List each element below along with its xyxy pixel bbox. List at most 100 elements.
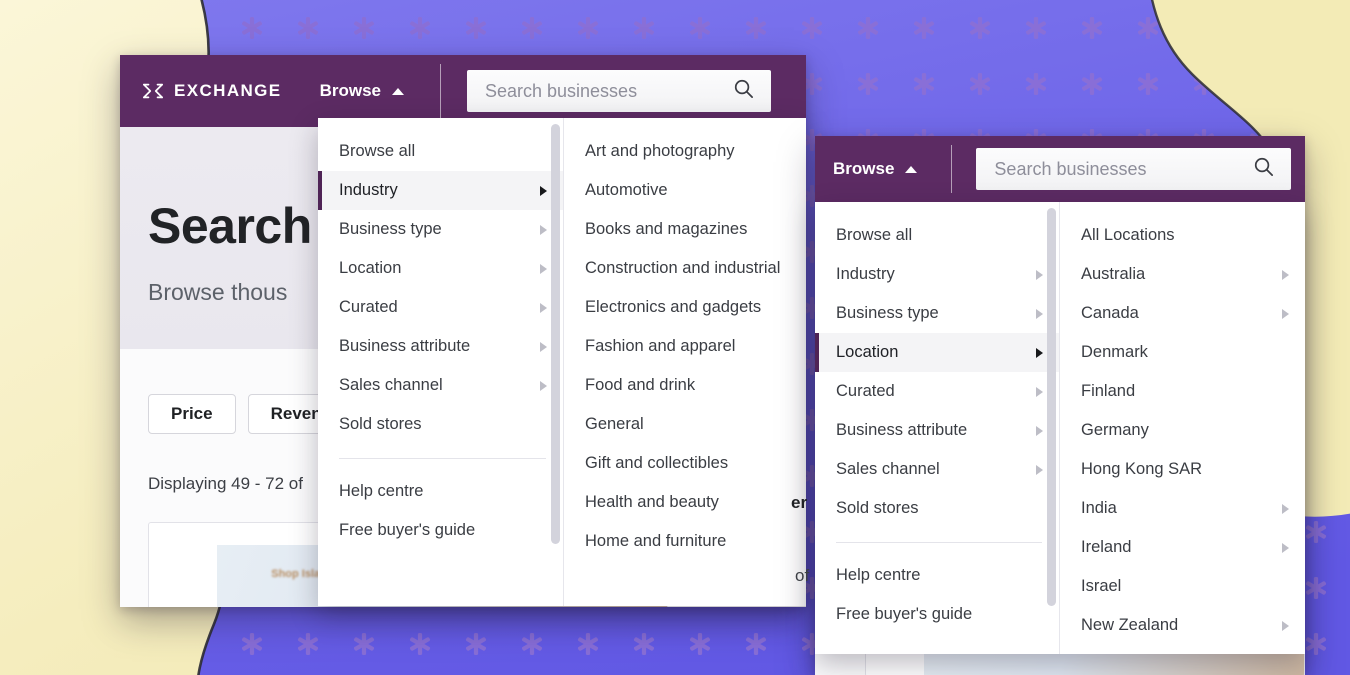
location-item-ireland[interactable]: Ireland (1060, 528, 1305, 567)
browse-dropdown-secondary-column: Browse all Industry Business type Locati… (815, 202, 1059, 654)
menu-scrollbar[interactable] (551, 124, 560, 600)
location-item-denmark[interactable]: Denmark (1060, 333, 1305, 372)
submenu-item-label: Finland (1081, 382, 1136, 400)
submenu-item-electronics-and-gadgets[interactable]: Electronics and gadgets (564, 288, 806, 327)
nav-divider-2 (951, 145, 953, 193)
menu-item-label: Free buyer's guide (836, 605, 973, 623)
menu2-item-free-buyers-guide[interactable]: Free buyer's guide (815, 595, 1059, 634)
menu-item-sales-channel[interactable]: Sales channel (318, 366, 563, 405)
page-fragment-count-text: of (795, 566, 810, 585)
exchange-shuffle-arrows-icon (142, 81, 164, 101)
menu-item-label: Help centre (339, 482, 424, 500)
chevron-right-icon (1282, 542, 1289, 553)
menu-item-business-type[interactable]: Business type (318, 210, 563, 249)
menu-item-free-buyers-guide[interactable]: Free buyer's guide (318, 511, 563, 550)
submenu-item-general[interactable]: General (564, 405, 806, 444)
menu-item-sold-stores[interactable]: Sold stores (318, 405, 563, 444)
menu-item-label: Curated (339, 298, 398, 316)
browse-menu-button-2[interactable]: Browse (833, 159, 918, 179)
menu-item-browse-all[interactable]: Browse all (318, 132, 563, 171)
menu-scrollbar-thumb[interactable] (551, 124, 560, 544)
submenu-item-home-and-furniture[interactable]: Home and furniture (564, 522, 806, 561)
search-input-wrapper[interactable]: Search businesses (466, 70, 771, 112)
menu2-item-business-attribute[interactable]: Business attribute (815, 411, 1059, 450)
menu2-item-industry[interactable]: Industry (815, 255, 1059, 294)
menu2-item-curated[interactable]: Curated (815, 372, 1059, 411)
location-item-all-locations[interactable]: All Locations (1060, 216, 1305, 255)
browse-menu-button[interactable]: Browse (320, 81, 404, 101)
menu2-scrollbar[interactable] (1047, 208, 1056, 648)
location-item-india[interactable]: India (1060, 489, 1305, 528)
menu2-item-location[interactable]: Location (815, 333, 1059, 372)
menu-item-industry[interactable]: Industry (318, 171, 563, 210)
submenu-item-gift-and-collectibles[interactable]: Gift and collectibles (564, 444, 806, 483)
menu-item-label: Curated (836, 382, 895, 400)
browse-label: Browse (319, 81, 381, 100)
submenu-item-fashion-and-apparel[interactable]: Fashion and apparel (564, 327, 806, 366)
menu-item-help-centre[interactable]: Help centre (318, 472, 563, 511)
submenu-item-construction-and-industrial[interactable]: Construction and industrial (564, 249, 806, 288)
menu2-item-sold-stores[interactable]: Sold stores (815, 489, 1059, 528)
search-input[interactable]: Search businesses (485, 81, 732, 102)
submenu-item-art-and-photography[interactable]: Art and photography (564, 132, 806, 171)
menu-item-label: Industry (836, 265, 895, 283)
location-item-canada[interactable]: Canada (1060, 294, 1305, 333)
submenu-item-health-and-beauty[interactable]: Health and beauty (564, 483, 806, 522)
location-item-germany[interactable]: Germany (1060, 411, 1305, 450)
menu-item-label: Business attribute (836, 421, 968, 439)
page-fragment-filter-text: er (791, 493, 808, 512)
search-magnifier-icon[interactable] (1252, 155, 1275, 183)
submenu-item-label: Food and drink (585, 376, 696, 394)
search-input-2[interactable]: Search businesses (994, 159, 1252, 180)
submenu-item-label: Books and magazines (585, 220, 748, 238)
search-input-wrapper-2[interactable]: Search businesses (976, 148, 1291, 190)
chevron-right-icon (1036, 269, 1043, 280)
menu-item-label: Browse all (339, 142, 416, 160)
menu-item-location[interactable]: Location (318, 249, 563, 288)
menu2-item-business-type[interactable]: Business type (815, 294, 1059, 333)
chevron-right-icon (1036, 425, 1043, 436)
location-item-new-zealand[interactable]: New Zealand (1060, 606, 1305, 645)
menu-item-business-attribute[interactable]: Business attribute (318, 327, 563, 366)
submenu-item-automotive[interactable]: Automotive (564, 171, 806, 210)
menu-item-label: Browse all (836, 226, 913, 244)
browse-dropdown-primary-column: Browse all Industry Business type Locati… (318, 118, 563, 606)
menu-item-label: Sales channel (339, 376, 443, 394)
chevron-right-icon (1036, 386, 1043, 397)
menu-item-label: Free buyer's guide (339, 521, 476, 539)
submenu-item-label: Israel (1081, 577, 1122, 595)
submenu-item-label: Fashion and apparel (585, 337, 736, 355)
menu-item-curated[interactable]: Curated (318, 288, 563, 327)
menu2-item-browse-all[interactable]: Browse all (815, 216, 1059, 255)
menu-item-label: Industry (339, 181, 398, 199)
submenu-item-label: General (585, 415, 644, 433)
menu2-item-help-centre[interactable]: Help centre (815, 556, 1059, 595)
submenu-item-label: Home and furniture (585, 532, 727, 550)
exchange-logo[interactable]: EXCHANGE (142, 81, 282, 101)
menu-item-label: Business type (339, 220, 442, 238)
brand-name: EXCHANGE (174, 81, 282, 100)
submenu-item-label: New Zealand (1081, 616, 1179, 634)
location-item-israel[interactable]: Israel (1060, 567, 1305, 606)
chevron-right-icon (1036, 308, 1043, 319)
location-item-australia[interactable]: Australia (1060, 255, 1305, 294)
browse-dropdown-primary[interactable]: Browse all Industry Business type Locati… (318, 118, 806, 606)
submenu-item-food-and-drink[interactable]: Food and drink (564, 366, 806, 405)
location-item-hong-kong-sar[interactable]: Hong Kong SAR (1060, 450, 1305, 489)
chevron-right-icon (540, 380, 547, 391)
location-item-finland[interactable]: Finland (1060, 372, 1305, 411)
browse-dropdown-secondary[interactable]: Browse all Industry Business type Locati… (815, 202, 1305, 654)
location-submenu-column: All Locations Australia Canada Denmark F… (1060, 202, 1305, 654)
search-magnifier-icon[interactable] (732, 77, 755, 105)
submenu-item-label: Health and beauty (585, 493, 719, 511)
submenu-item-books-and-magazines[interactable]: Books and magazines (564, 210, 806, 249)
menu2-scrollbar-thumb[interactable] (1047, 208, 1056, 606)
submenu-item-label: Gift and collectibles (585, 454, 729, 472)
menu2-item-sales-channel[interactable]: Sales channel (815, 450, 1059, 489)
filter-price-button[interactable]: Price (148, 394, 236, 434)
browse-label-2: Browse (833, 159, 895, 178)
submenu-item-label: Electronics and gadgets (585, 298, 762, 316)
menu-item-label: Business type (836, 304, 939, 322)
menu-item-label: Sold stores (836, 499, 919, 517)
submenu-item-label: Hong Kong SAR (1081, 460, 1203, 478)
